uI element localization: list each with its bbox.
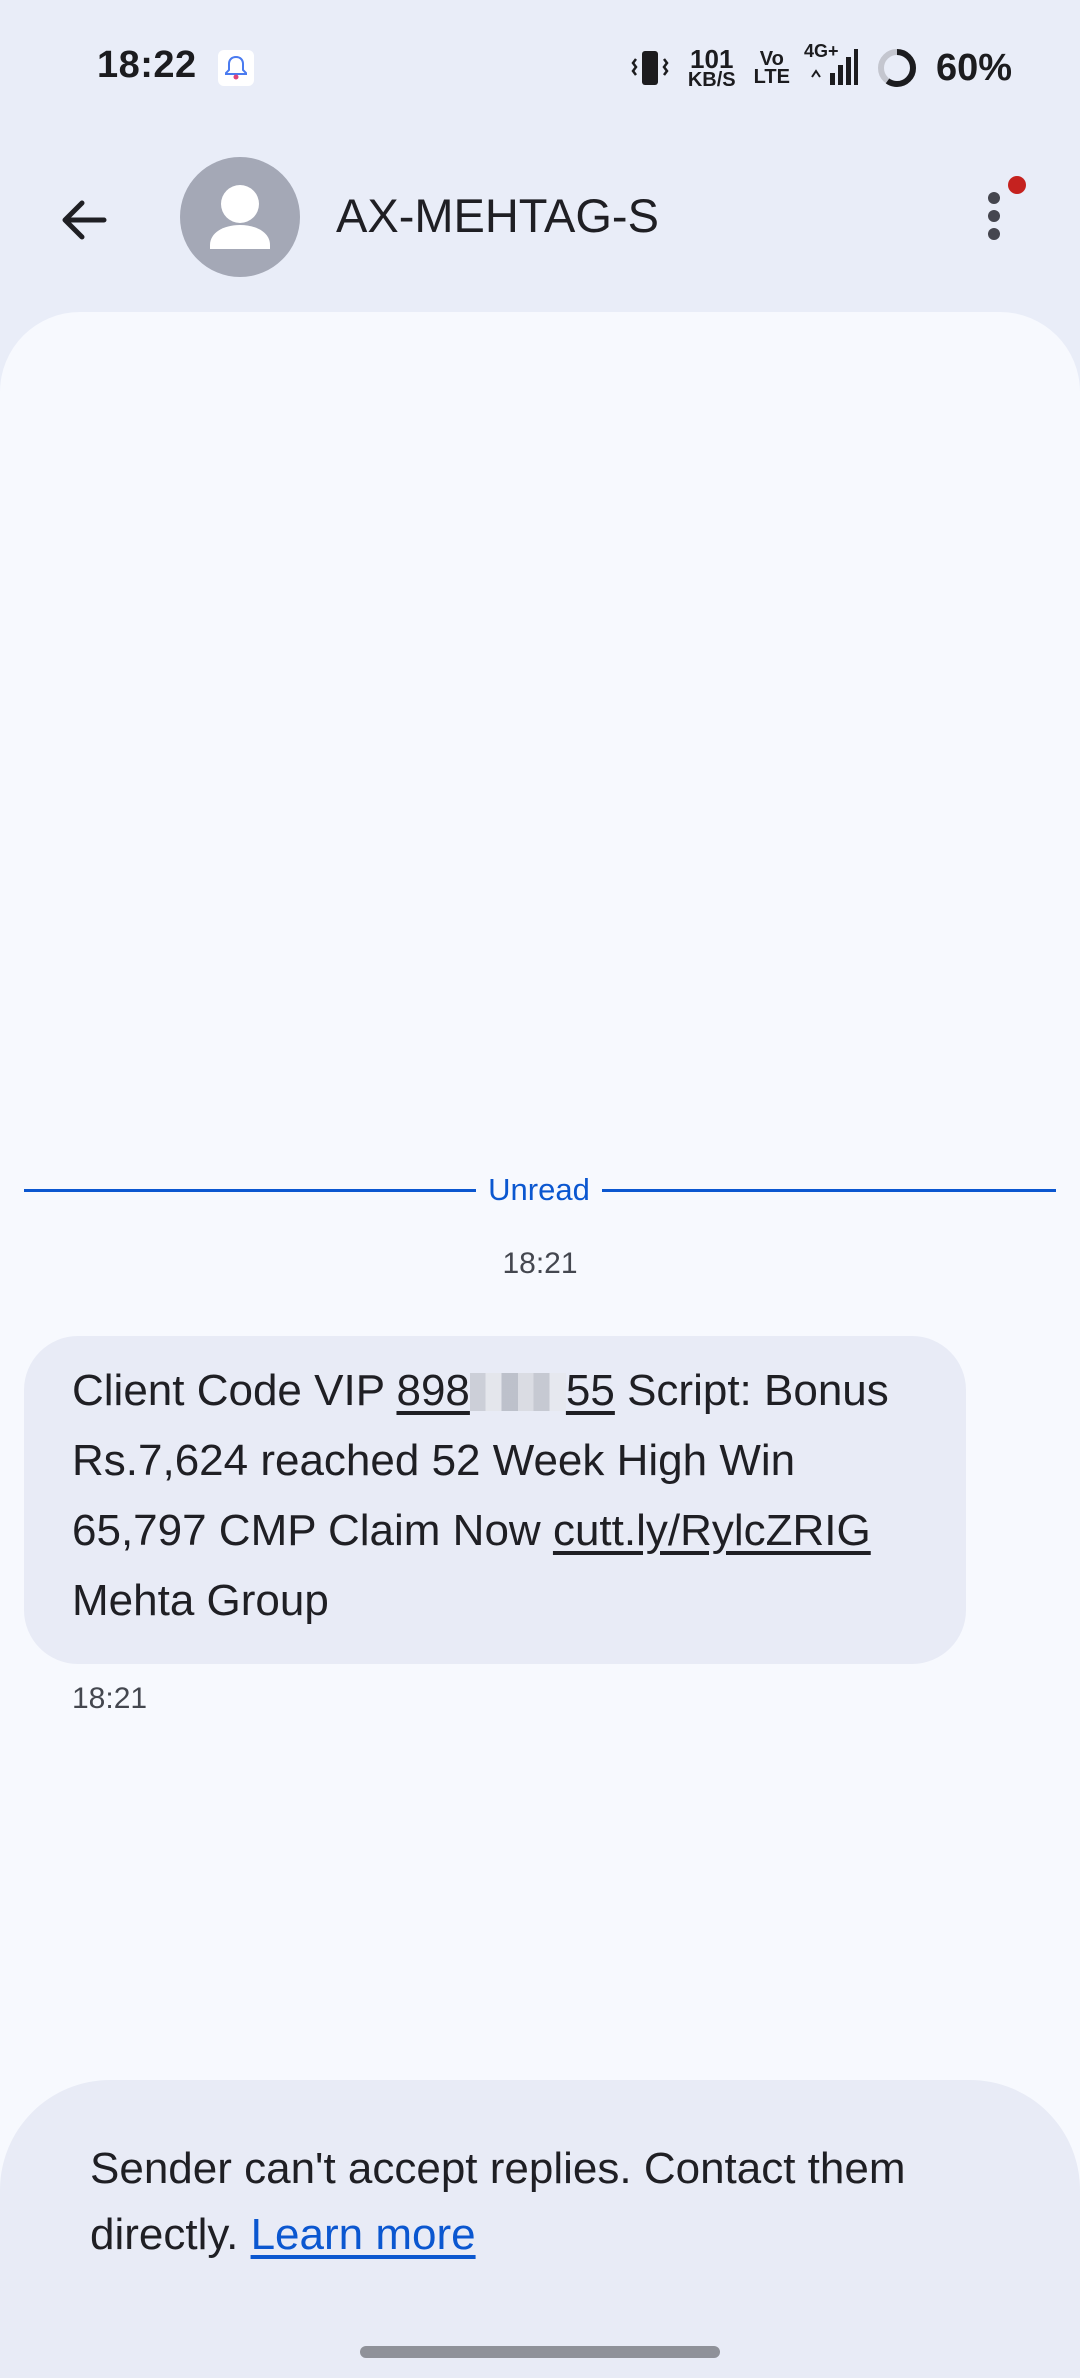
battery-percent: 60% bbox=[935, 46, 1012, 89]
client-code-end: 55 bbox=[565, 1366, 615, 1415]
contact-avatar[interactable] bbox=[180, 157, 300, 277]
notice-message: Sender can't accept replies. Contact the… bbox=[90, 2144, 906, 2259]
home-gesture-bar[interactable] bbox=[360, 2346, 720, 2358]
cannot-reply-notice: Sender can't accept replies. Contact the… bbox=[0, 2080, 1080, 2378]
more-vert-icon bbox=[988, 192, 1000, 204]
more-options-button[interactable] bbox=[960, 170, 1030, 260]
network-type: 4G+ bbox=[803, 41, 839, 61]
more-vert-icon-dot bbox=[988, 210, 1000, 222]
message-text-suffix: Mehta Group bbox=[72, 1576, 329, 1625]
status-time: 18:22 bbox=[97, 44, 197, 86]
message-url-link[interactable]: cutt.ly/RylcZRIG bbox=[553, 1506, 871, 1555]
messages-screen: 18:22 101 KB/S Vo LTE 4G+ 60% AX-MEHTAG-… bbox=[0, 0, 1080, 2378]
message-text-prefix: Client Code VIP bbox=[72, 1366, 397, 1415]
divider-line-right bbox=[602, 1189, 1056, 1192]
speed-unit: KB/S bbox=[687, 69, 736, 91]
learn-more-link[interactable]: Learn more bbox=[251, 2210, 476, 2259]
group-timestamp: 18:21 bbox=[502, 1247, 578, 1280]
volte-bottom: LTE bbox=[753, 66, 790, 88]
volte-indicator: Vo LTE bbox=[753, 49, 790, 88]
message-timestamp: 18:21 bbox=[72, 1682, 148, 1715]
divider-line-left bbox=[24, 1189, 476, 1192]
battery-ring-icon bbox=[876, 47, 918, 89]
unread-divider: Unread bbox=[24, 1168, 1056, 1212]
notification-bell-icon bbox=[218, 50, 254, 86]
status-bar: 18:22 101 KB/S Vo LTE 4G+ 60% bbox=[0, 0, 1080, 130]
vibrate-icon bbox=[630, 47, 670, 89]
signal-4g-icon: 4G+ bbox=[804, 41, 858, 89]
redacted-digits bbox=[469, 1373, 566, 1411]
client-code-start: 898 bbox=[396, 1366, 470, 1415]
notice-text: Sender can't accept replies. Contact the… bbox=[90, 2136, 990, 2268]
more-vert-icon-dot bbox=[988, 228, 1000, 240]
message-list[interactable]: Unread 18:21 Client Code VIP 898 55 Scrip… bbox=[0, 312, 1080, 2378]
back-button[interactable] bbox=[42, 178, 126, 262]
message-bubble[interactable]: Client Code VIP 898 55 Script: Bonus Rs.7… bbox=[24, 1336, 966, 1664]
person-icon bbox=[210, 185, 270, 249]
network-speed: 101 KB/S bbox=[687, 44, 736, 91]
status-icons: 101 KB/S Vo LTE 4G+ 60% bbox=[630, 41, 1012, 92]
conversation-app-bar: AX-MEHTAG-S bbox=[0, 140, 1080, 290]
contact-name[interactable]: AX-MEHTAG-S bbox=[336, 188, 659, 243]
notification-badge bbox=[1008, 176, 1026, 194]
arrow-back-icon bbox=[62, 200, 107, 240]
unread-label: Unread bbox=[488, 1172, 590, 1207]
speed-value: 101 bbox=[690, 44, 734, 74]
client-code-link[interactable]: 898 55 bbox=[396, 1366, 614, 1415]
